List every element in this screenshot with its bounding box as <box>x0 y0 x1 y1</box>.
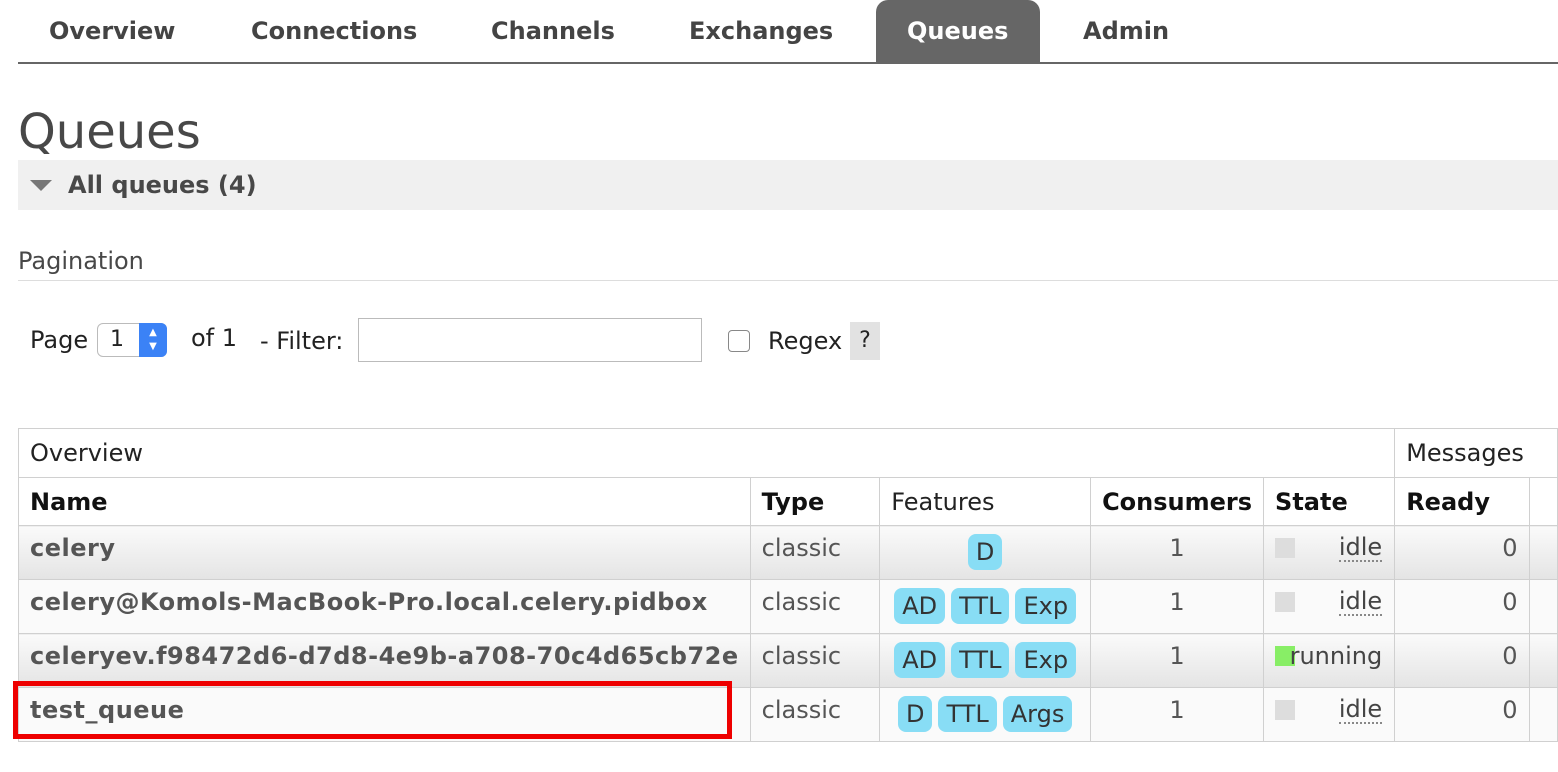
queue-state: idle <box>1263 687 1396 742</box>
group-header-overview: Overview <box>18 428 1396 478</box>
state-indicator-icon <box>1275 592 1296 612</box>
regex-help-button[interactable]: ? <box>850 322 880 360</box>
queue-type: classic <box>749 633 881 688</box>
queue-name-link[interactable]: test_queue <box>18 687 751 742</box>
pagination-heading: Pagination <box>18 247 144 275</box>
queue-features: AD TTL Exp <box>879 579 1092 634</box>
queue-ready: 0 <box>1394 525 1530 580</box>
table-row[interactable]: celeryev.f98472d6-d7d8-4e9b-a708-70c4d65… <box>18 633 1558 688</box>
tab-queues[interactable]: Queues <box>876 0 1040 62</box>
queue-consumers: 1 <box>1090 633 1265 688</box>
state-indicator-icon <box>1275 700 1296 720</box>
feature-badge[interactable]: TTL <box>951 588 1010 624</box>
queue-consumers: 1 <box>1090 525 1265 580</box>
queue-type: classic <box>749 687 881 742</box>
queue-type: classic <box>749 579 881 634</box>
queue-ready: 0 <box>1394 633 1530 688</box>
queue-type: classic <box>749 525 881 580</box>
queue-features: D TTL Args <box>879 687 1092 742</box>
queue-state: idle <box>1263 525 1396 580</box>
tab-overview[interactable]: Overview <box>18 0 206 62</box>
column-header-consumers[interactable]: Consumers <box>1090 477 1265 526</box>
feature-badge[interactable]: TTL <box>938 696 997 732</box>
page-label: Page <box>30 326 89 354</box>
feature-badge[interactable]: Exp <box>1015 642 1077 678</box>
page-count-label: of 1 <box>191 324 238 352</box>
queue-ready: 0 <box>1394 687 1530 742</box>
queue-features: D <box>879 525 1092 580</box>
feature-badge[interactable]: AD <box>894 642 946 678</box>
group-header-messages: Messages <box>1394 428 1558 478</box>
feature-badge[interactable]: TTL <box>951 642 1010 678</box>
tab-admin[interactable]: Admin <box>1052 0 1200 62</box>
page-select-value: 1 <box>110 327 124 352</box>
table-row[interactable]: celery@Komols-MacBook-Pro.local.celery.p… <box>18 579 1558 634</box>
page-select[interactable]: 1 ▲ ▼ <box>97 323 167 357</box>
section-title: All queues (4) <box>68 171 257 199</box>
regex-checkbox[interactable] <box>728 330 750 352</box>
state-label: running <box>1289 642 1383 670</box>
state-label: idle <box>1338 533 1383 562</box>
queue-consumers: 1 <box>1090 687 1265 742</box>
divider <box>18 280 1558 281</box>
column-header-name[interactable]: Name <box>18 477 751 526</box>
queue-name-link[interactable]: celery <box>18 525 751 580</box>
queue-name-link[interactable]: celeryev.f98472d6-d7d8-4e9b-a708-70c4d65… <box>18 633 751 688</box>
filter-label: - Filter: <box>260 327 344 355</box>
state-label: idle <box>1338 587 1383 616</box>
tab-channels[interactable]: Channels <box>460 0 644 62</box>
page-title: Queues <box>18 104 201 160</box>
cell-overflow <box>1528 525 1558 580</box>
column-header-features: Features <box>879 477 1092 526</box>
queue-features: AD TTL Exp <box>879 633 1092 688</box>
main-nav: Overview Connections Channels Exchanges … <box>18 0 1558 64</box>
feature-badge[interactable]: D <box>897 696 933 732</box>
queue-consumers: 1 <box>1090 579 1265 634</box>
queues-table-container: Overview Messages Name Type Features Con… <box>18 428 1558 742</box>
column-header-state[interactable]: State <box>1263 477 1396 526</box>
table-row[interactable]: celery classic D 1 idle 0 <box>18 525 1558 580</box>
column-header-type[interactable]: Type <box>749 477 881 526</box>
feature-badge[interactable]: Args <box>1002 696 1073 732</box>
cell-overflow <box>1528 633 1558 688</box>
filter-input[interactable] <box>358 318 702 362</box>
table-row[interactable]: test_queue classic D TTL Args 1 idle 0 <box>18 687 1558 742</box>
column-header-overflow <box>1528 477 1558 526</box>
queue-state: idle <box>1263 579 1396 634</box>
select-stepper-icon: ▲ ▼ <box>139 323 167 357</box>
state-indicator-icon <box>1275 538 1296 558</box>
cell-overflow <box>1528 687 1558 742</box>
queues-table: Overview Messages Name Type Features Con… <box>18 428 1558 742</box>
cell-overflow <box>1528 579 1558 634</box>
queue-state: running <box>1263 633 1396 688</box>
tab-exchanges[interactable]: Exchanges <box>658 0 862 62</box>
feature-badge[interactable]: Exp <box>1015 588 1077 624</box>
state-label: idle <box>1338 695 1383 724</box>
feature-badge[interactable]: D <box>967 534 1003 570</box>
feature-badge[interactable]: AD <box>894 588 946 624</box>
regex-label: Regex <box>768 327 843 355</box>
tab-connections[interactable]: Connections <box>220 0 446 62</box>
all-queues-section-toggle[interactable]: All queues (4) <box>18 160 1558 210</box>
queue-name-link[interactable]: celery@Komols-MacBook-Pro.local.celery.p… <box>18 579 751 634</box>
collapse-triangle-icon <box>30 180 52 191</box>
column-header-ready[interactable]: Ready <box>1394 477 1530 526</box>
queue-ready: 0 <box>1394 579 1530 634</box>
